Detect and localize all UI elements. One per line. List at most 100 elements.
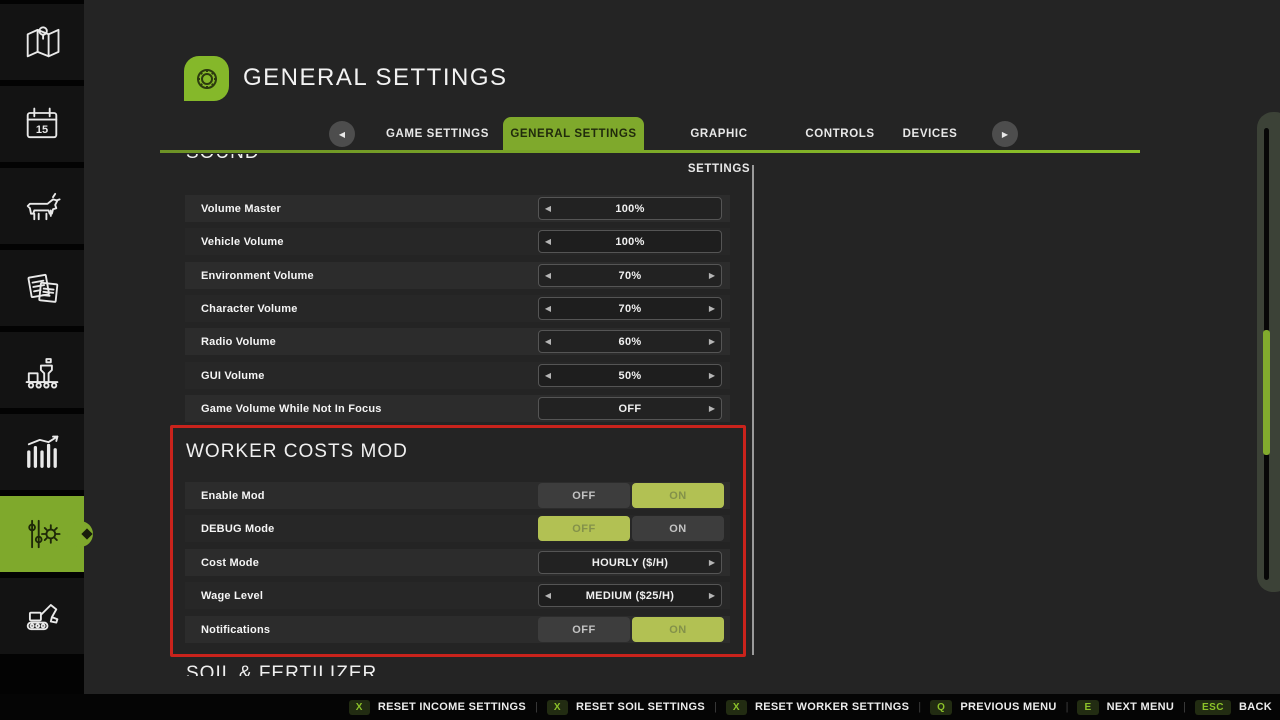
general-settings-screen: { "header": { "title": "GENERAL SETTINGS…	[0, 0, 1280, 720]
sidebar-item-production[interactable]	[0, 332, 84, 408]
footer-action-reset-worker-settings[interactable]: X RESET WORKER SETTINGS	[726, 700, 909, 715]
sidebar-item-map[interactable]	[0, 4, 84, 80]
footer-separator: |	[714, 701, 717, 713]
settings-row[interactable]: Character Volume ◀70%▶	[185, 295, 730, 322]
stepper-value: OFF	[557, 403, 703, 415]
section-heading-soil-fertilizer: SOIL & FERTILIZER	[186, 663, 606, 676]
production-icon	[20, 348, 64, 392]
footer-separator: |	[1183, 701, 1186, 713]
chevron-right-icon: ▶	[1002, 130, 1008, 139]
footer-separator: |	[918, 701, 921, 713]
option-stepper[interactable]: ◀70%▶	[538, 264, 722, 287]
settings-row[interactable]: GUI Volume ◀50%▶	[185, 362, 730, 389]
action-label: RESET INCOME SETTINGS	[378, 701, 526, 713]
footer-separator: |	[1066, 701, 1069, 713]
tab-underline	[160, 150, 1140, 153]
list-scrollbar[interactable]	[752, 165, 754, 655]
key-badge: ESC	[1195, 700, 1231, 715]
key-badge: X	[349, 700, 370, 715]
tab-controls[interactable]: CONTROLS	[804, 117, 876, 152]
stepper-value: 70%	[557, 270, 703, 282]
setting-label: Game Volume While Not In Focus	[185, 403, 382, 415]
action-label: RESET SOIL SETTINGS	[576, 701, 705, 713]
action-label: RESET WORKER SETTINGS	[755, 701, 909, 713]
sidebar-item-statistics[interactable]	[0, 414, 84, 490]
setting-label: Radio Volume	[185, 336, 276, 348]
stepper-left-arrow-icon[interactable]: ◀	[539, 204, 557, 213]
stepper-left-arrow-icon[interactable]: ◀	[539, 271, 557, 280]
key-badge: X	[726, 700, 747, 715]
footer-action-next-menu[interactable]: E NEXT MENU	[1077, 700, 1174, 715]
settings-row[interactable]: Volume Master ◀100%▶	[185, 195, 730, 222]
sidebar-item-animals[interactable]	[0, 168, 84, 244]
stepper-value: 100%	[557, 236, 703, 248]
tabs-scroll-left-button[interactable]: ◀	[329, 121, 355, 147]
setting-label: Vehicle Volume	[185, 236, 284, 248]
stepper-right-arrow-icon[interactable]: ▶	[703, 404, 721, 413]
stepper-left-arrow-icon[interactable]: ◀	[539, 337, 557, 346]
stepper-value: 60%	[557, 336, 703, 348]
key-badge: Q	[930, 700, 952, 715]
settings-icon	[20, 512, 64, 556]
tab-general-settings[interactable]: GENERAL SETTINGS	[503, 117, 644, 152]
footer-action-reset-income-settings[interactable]: X RESET INCOME SETTINGS	[349, 700, 526, 715]
option-stepper[interactable]: ◀OFF▶	[538, 397, 722, 420]
tab-devices[interactable]: DEVICES	[898, 117, 962, 152]
option-stepper[interactable]: ◀70%▶	[538, 297, 722, 320]
footer-action-reset-soil-settings[interactable]: X RESET SOIL SETTINGS	[547, 700, 705, 715]
setting-label: Character Volume	[185, 303, 298, 315]
setting-label: GUI Volume	[185, 370, 265, 382]
key-badge: X	[547, 700, 568, 715]
tab-graphic-settings[interactable]: GRAPHIC SETTINGS	[658, 117, 780, 152]
stepper-value: 70%	[557, 303, 703, 315]
footer-action-previous-menu[interactable]: Q PREVIOUS MENU	[930, 700, 1056, 715]
sidebar-item-calendar[interactable]: 15	[0, 86, 84, 162]
setting-label: Volume Master	[185, 203, 281, 215]
sidebar-item-construction[interactable]	[0, 578, 84, 654]
key-badge: E	[1077, 700, 1098, 715]
stepper-left-arrow-icon[interactable]: ◀	[539, 237, 557, 246]
page-title: GENERAL SETTINGS	[243, 64, 508, 92]
sidebar-item-settings[interactable]	[0, 496, 84, 572]
option-stepper[interactable]: ◀100%▶	[538, 230, 722, 253]
settings-row[interactable]: Game Volume While Not In Focus ◀OFF▶	[185, 395, 730, 422]
stepper-right-arrow-icon[interactable]: ▶	[703, 337, 721, 346]
tab-game-settings[interactable]: GAME SETTINGS	[380, 117, 495, 152]
stepper-value: 100%	[557, 203, 703, 215]
stepper-right-arrow-icon[interactable]: ▶	[703, 304, 721, 313]
stepper-value: 50%	[557, 370, 703, 382]
sidebar: 15	[0, 0, 84, 694]
settings-row[interactable]: Environment Volume ◀70%▶	[185, 262, 730, 289]
stepper-left-arrow-icon[interactable]: ◀	[539, 304, 557, 313]
sidebar-item-contracts[interactable]	[0, 250, 84, 326]
settings-row[interactable]: Radio Volume ◀60%▶	[185, 328, 730, 355]
section-heading-sound: SOUND	[186, 154, 606, 166]
option-stepper[interactable]: ◀100%▶	[538, 197, 722, 220]
gear-icon	[192, 64, 222, 94]
contracts-icon	[20, 266, 64, 310]
highlight-rectangle	[170, 425, 746, 657]
chevron-left-icon: ◀	[339, 130, 345, 139]
stepper-left-arrow-icon[interactable]: ◀	[539, 371, 557, 380]
action-label: NEXT MENU	[1107, 701, 1174, 713]
setting-label: Environment Volume	[185, 270, 314, 282]
cow-icon	[20, 184, 64, 228]
action-label: BACK	[1239, 701, 1272, 713]
footer-separator: |	[535, 701, 538, 713]
excavator-icon	[20, 594, 64, 638]
stepper-right-arrow-icon[interactable]: ▶	[703, 371, 721, 380]
tabs-scroll-right-button[interactable]: ▶	[992, 121, 1018, 147]
option-stepper[interactable]: ◀50%▶	[538, 364, 722, 387]
svg-text:15: 15	[36, 124, 48, 136]
settings-row[interactable]: Vehicle Volume ◀100%▶	[185, 228, 730, 255]
stepper-right-arrow-icon[interactable]: ▶	[703, 271, 721, 280]
general-settings-gear-icon	[184, 56, 229, 101]
footer-keybar: X RESET INCOME SETTINGS | X RESET SOIL SETTI…	[0, 694, 1280, 720]
page-scrollbar-thumb[interactable]	[1263, 330, 1270, 455]
calendar-icon: 15	[20, 102, 64, 146]
option-stepper[interactable]: ◀60%▶	[538, 330, 722, 353]
map-icon	[20, 20, 64, 64]
footer-action-back[interactable]: ESC BACK	[1195, 700, 1272, 715]
stats-icon	[20, 430, 64, 474]
action-label: PREVIOUS MENU	[960, 701, 1056, 713]
